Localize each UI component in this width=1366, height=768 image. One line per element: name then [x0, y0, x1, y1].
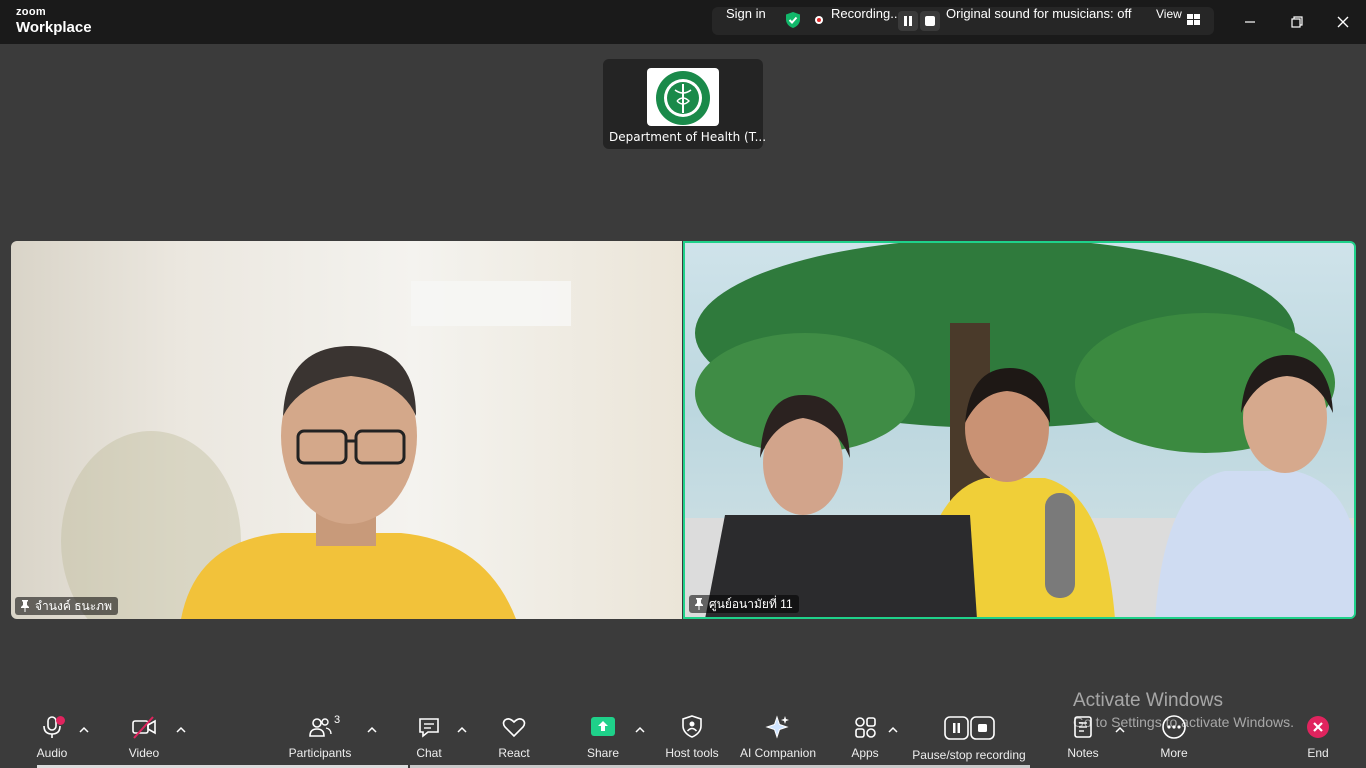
encryption-shield-icon[interactable]	[784, 11, 802, 29]
more-icon	[1162, 715, 1186, 739]
react-label: React	[498, 746, 530, 760]
apps-icon	[855, 717, 876, 738]
video-tile-active-speaker[interactable]: ศูนย์อนามัยที่ 11	[683, 241, 1356, 619]
participants-count: 3	[334, 714, 341, 726]
department-of-health-logo	[647, 68, 719, 126]
title-bar: zoom Workplace Sign in Recording... Orig…	[0, 0, 1366, 44]
restore-icon[interactable]	[1285, 10, 1309, 34]
participant-name-tag: ศูนย์อนามัยที่ 11	[689, 595, 799, 613]
ai-companion-label: AI Companion	[739, 746, 817, 760]
meeting-toolbar: Audio Video 3 Participants Chat React Sh…	[0, 706, 1366, 768]
share-options-chevron-up-icon[interactable]	[635, 726, 645, 734]
video-label: Video	[128, 746, 160, 760]
more-button[interactable]: More	[1149, 712, 1199, 766]
recording-dot-icon	[815, 16, 823, 24]
apps-button[interactable]: Apps	[840, 712, 890, 766]
react-button[interactable]: React	[489, 712, 539, 766]
brand-top: zoom	[16, 6, 46, 18]
video-button[interactable]: Video	[114, 712, 174, 766]
participant-name: Department of Health (T...	[609, 130, 767, 144]
pin-icon	[21, 600, 29, 612]
host-tools-button[interactable]: Host tools	[660, 712, 724, 766]
more-label: More	[1160, 746, 1188, 760]
video-options-chevron-up-icon[interactable]	[176, 726, 186, 734]
share-label: Share	[586, 746, 620, 760]
sign-in-button[interactable]: Sign in	[726, 0, 766, 28]
host-tools-label: Host tools	[665, 746, 719, 760]
notes-icon	[1074, 716, 1092, 738]
chat-options-chevron-up-icon[interactable]	[457, 726, 467, 734]
end-label: End	[1307, 746, 1329, 760]
heart-icon	[502, 718, 526, 738]
audio-label: Audio	[36, 746, 68, 760]
apps-options-chevron-up-icon[interactable]	[888, 726, 898, 734]
participant-name: ศูนย์อนามัยที่ 11	[709, 597, 793, 611]
host-shield-icon	[682, 715, 702, 738]
apps-label: Apps	[851, 746, 879, 760]
stop-recording-button[interactable]	[920, 11, 940, 31]
end-call-icon	[1307, 716, 1329, 738]
video-feed-group	[685, 243, 1354, 617]
grid-view-icon[interactable]	[1187, 14, 1200, 26]
video-feed-person	[61, 281, 571, 619]
pause-stop-recording-button[interactable]: Pause/stop recording	[910, 712, 1028, 766]
brand-bottom: Workplace	[16, 19, 92, 36]
close-icon[interactable]	[1331, 10, 1355, 34]
video-off-icon	[132, 716, 156, 739]
notes-options-chevron-up-icon[interactable]	[1115, 726, 1125, 734]
notes-button[interactable]: Notes	[1058, 712, 1108, 766]
pause-stop-icon	[944, 716, 995, 740]
original-sound-status[interactable]: Original sound for musicians: off	[946, 0, 1131, 28]
chat-label: Chat	[416, 746, 442, 760]
share-screen-icon	[591, 717, 615, 736]
notes-label: Notes	[1067, 746, 1099, 760]
participants-options-chevron-up-icon[interactable]	[367, 726, 377, 734]
participant-name: จำนงค์ ธนะภพ	[35, 599, 112, 613]
audio-options-chevron-up-icon[interactable]	[79, 726, 89, 734]
audio-alert-badge	[56, 716, 65, 725]
ai-companion-button[interactable]: AI Companion	[738, 712, 818, 766]
participant-thumbnail[interactable]: Department of Health (T...	[603, 59, 767, 149]
participant-name-tag: จำนงค์ ธนะภพ	[15, 597, 118, 615]
participants-button[interactable]: 3 Participants	[284, 712, 356, 766]
chat-icon	[419, 718, 439, 738]
view-button[interactable]: View	[1156, 0, 1182, 28]
recording-label[interactable]: Recording...	[831, 0, 901, 28]
share-button[interactable]: Share	[578, 712, 628, 766]
audio-button[interactable]: Audio	[22, 712, 82, 766]
pause-recording-button[interactable]	[898, 11, 918, 31]
pin-icon	[695, 598, 703, 610]
sparkle-icon	[765, 715, 789, 739]
video-tile[interactable]: จำนงค์ ธนะภพ	[11, 241, 682, 619]
end-meeting-button[interactable]: End	[1293, 712, 1343, 766]
minimize-icon[interactable]	[1238, 10, 1262, 34]
app-logo: zoom Workplace	[16, 6, 92, 36]
pause-stop-recording-label: Pause/stop recording	[912, 748, 1026, 762]
chat-button[interactable]: Chat	[404, 712, 454, 766]
participants-label: Participants	[288, 746, 352, 760]
participants-icon	[309, 718, 332, 737]
